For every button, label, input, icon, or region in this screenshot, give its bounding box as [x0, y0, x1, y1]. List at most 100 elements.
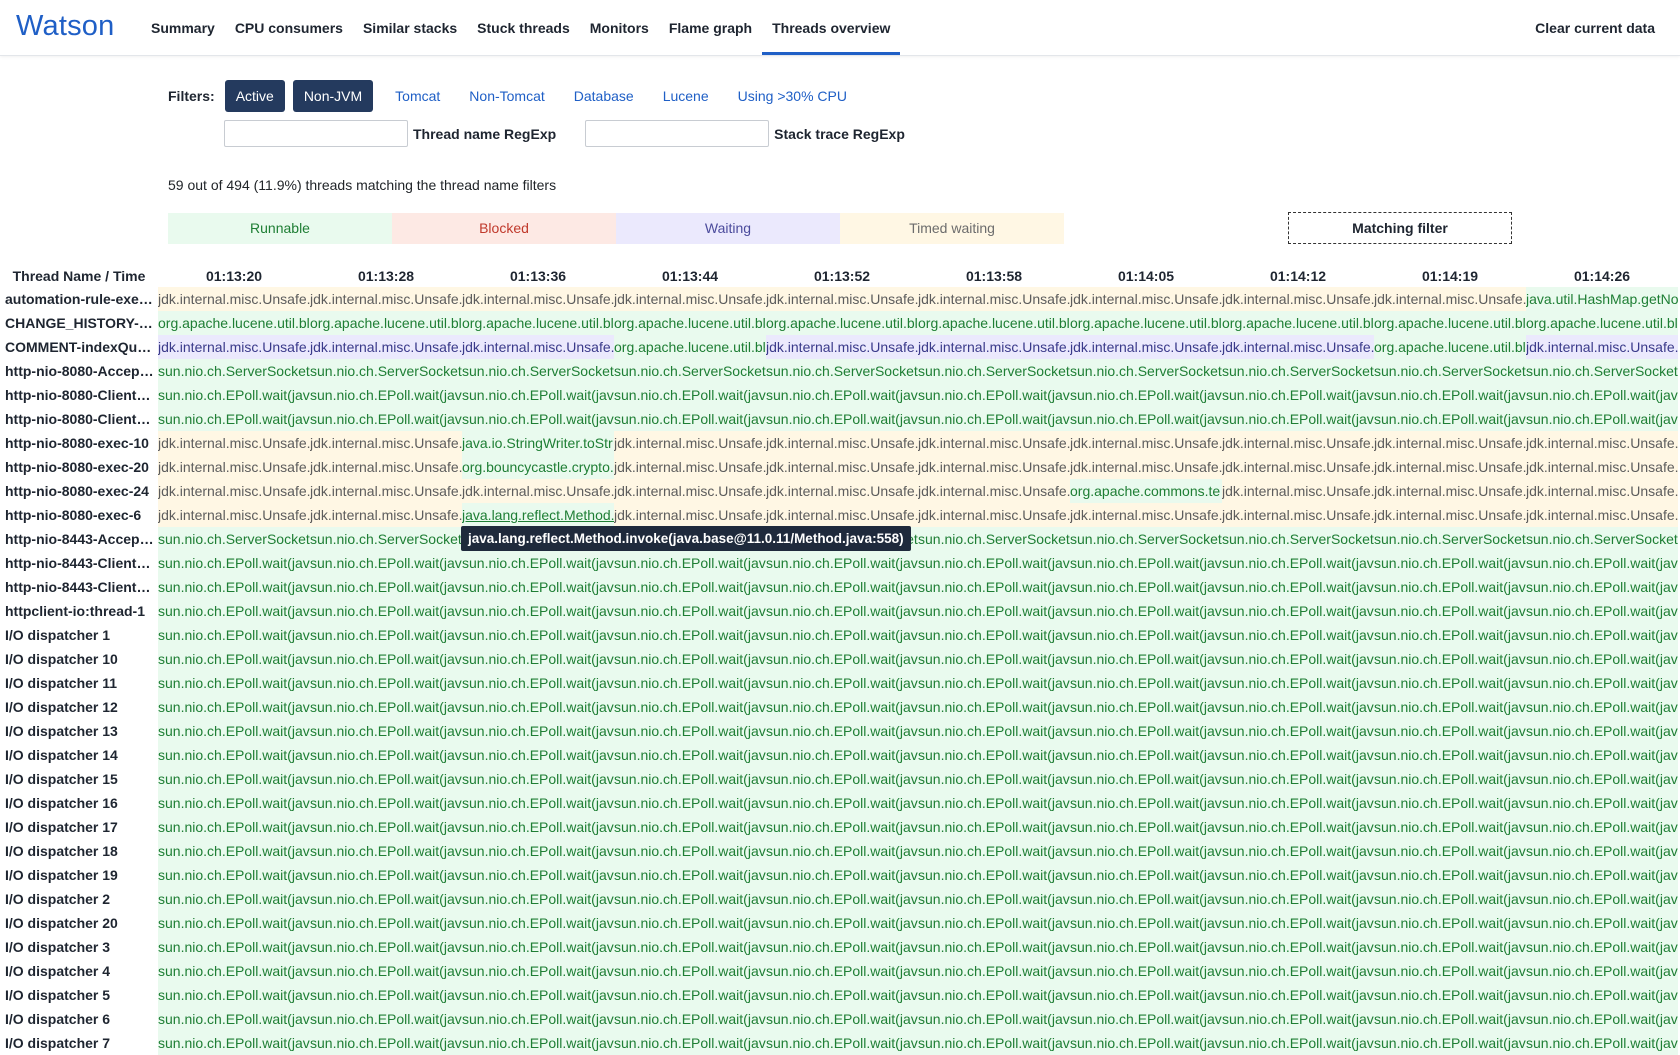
thread-state-cell[interactable]: sun.nio.ch.EPoll.wait(jav	[1526, 863, 1678, 887]
thread-state-cell[interactable]: sun.nio.ch.EPoll.wait(jav	[158, 791, 310, 815]
thread-state-cell[interactable]: sun.nio.ch.EPoll.wait(jav	[614, 815, 766, 839]
thread-state-cell[interactable]: sun.nio.ch.EPoll.wait(jav	[310, 1007, 462, 1031]
thread-state-cell[interactable]: sun.nio.ch.EPoll.wait(jav	[158, 599, 310, 623]
thread-state-cell[interactable]: sun.nio.ch.EPoll.wait(jav	[918, 815, 1070, 839]
thread-state-cell[interactable]: sun.nio.ch.EPoll.wait(jav	[614, 599, 766, 623]
thread-state-cell[interactable]: jdk.internal.misc.Unsafe.	[1374, 455, 1526, 479]
thread-state-cell[interactable]: sun.nio.ch.EPoll.wait(jav	[462, 647, 614, 671]
thread-state-cell[interactable]: sun.nio.ch.EPoll.wait(jav	[158, 983, 310, 1007]
thread-state-cell[interactable]: sun.nio.ch.EPoll.wait(jav	[766, 863, 918, 887]
thread-state-cell[interactable]: jdk.internal.misc.Unsafe.	[158, 287, 310, 311]
thread-state-cell[interactable]: sun.nio.ch.EPoll.wait(jav	[1222, 575, 1374, 599]
thread-state-cell[interactable]: sun.nio.ch.EPoll.wait(jav	[158, 959, 310, 983]
thread-state-cell[interactable]: jdk.internal.misc.Unsafe.	[1070, 431, 1222, 455]
thread-state-cell[interactable]: sun.nio.ch.EPoll.wait(jav	[614, 863, 766, 887]
thread-state-cell[interactable]: sun.nio.ch.ServerSocket	[310, 359, 462, 383]
thread-state-cell[interactable]: sun.nio.ch.EPoll.wait(jav	[614, 1007, 766, 1031]
thread-state-cell[interactable]: sun.nio.ch.EPoll.wait(jav	[1070, 671, 1222, 695]
thread-state-cell[interactable]: sun.nio.ch.EPoll.wait(jav	[310, 551, 462, 575]
thread-state-cell[interactable]: jdk.internal.misc.Unsafe.	[158, 479, 310, 503]
thread-state-cell[interactable]: sun.nio.ch.EPoll.wait(jav	[310, 743, 462, 767]
thread-state-cell[interactable]: sun.nio.ch.EPoll.wait(jav	[1374, 1031, 1526, 1055]
thread-state-cell[interactable]: sun.nio.ch.EPoll.wait(jav	[310, 599, 462, 623]
thread-state-cell[interactable]: sun.nio.ch.EPoll.wait(jav	[766, 839, 918, 863]
thread-state-cell[interactable]: sun.nio.ch.EPoll.wait(jav	[918, 719, 1070, 743]
thread-state-cell[interactable]: sun.nio.ch.EPoll.wait(jav	[918, 839, 1070, 863]
thread-state-cell[interactable]: sun.nio.ch.EPoll.wait(jav	[766, 599, 918, 623]
thread-state-cell[interactable]: sun.nio.ch.EPoll.wait(jav	[1374, 719, 1526, 743]
thread-state-cell[interactable]: sun.nio.ch.EPoll.wait(jav	[1222, 623, 1374, 647]
thread-state-cell[interactable]: sun.nio.ch.EPoll.wait(jav	[1374, 1007, 1526, 1031]
thread-state-cell[interactable]: java.lang.reflect.Method.	[462, 503, 614, 527]
filter-non-jvm-button[interactable]: Non-JVM	[292, 80, 374, 112]
thread-state-cell[interactable]: jdk.internal.misc.Unsafe.	[918, 335, 1070, 359]
thread-state-cell[interactable]: sun.nio.ch.EPoll.wait(jav	[1070, 791, 1222, 815]
thread-state-cell[interactable]: jdk.internal.misc.Unsafe.	[614, 503, 766, 527]
thread-state-cell[interactable]: sun.nio.ch.EPoll.wait(jav	[918, 863, 1070, 887]
thread-state-cell[interactable]: sun.nio.ch.EPoll.wait(jav	[462, 695, 614, 719]
thread-state-cell[interactable]: jdk.internal.misc.Unsafe.	[1526, 479, 1678, 503]
thread-state-cell[interactable]: sun.nio.ch.EPoll.wait(jav	[1070, 959, 1222, 983]
thread-state-cell[interactable]: sun.nio.ch.EPoll.wait(jav	[1070, 383, 1222, 407]
thread-name[interactable]: I/O dispatcher 13	[0, 723, 155, 739]
thread-state-cell[interactable]: org.apache.lucene.util.bl	[1374, 311, 1526, 335]
thread-state-cell[interactable]: sun.nio.ch.EPoll.wait(jav	[462, 887, 614, 911]
thread-name[interactable]: I/O dispatcher 5	[0, 987, 155, 1003]
thread-state-cell[interactable]: sun.nio.ch.EPoll.wait(jav	[310, 575, 462, 599]
clear-data-button[interactable]: Clear current data	[1535, 0, 1655, 55]
thread-state-cell[interactable]: sun.nio.ch.EPoll.wait(jav	[766, 1031, 918, 1055]
thread-state-cell[interactable]: sun.nio.ch.EPoll.wait(jav	[614, 911, 766, 935]
filter-non-tomcat-button[interactable]: Non-Tomcat	[455, 80, 558, 112]
thread-state-cell[interactable]: sun.nio.ch.EPoll.wait(jav	[766, 383, 918, 407]
thread-state-cell[interactable]: sun.nio.ch.EPoll.wait(jav	[1222, 791, 1374, 815]
thread-name[interactable]: http-nio-8080-exec-20	[0, 459, 155, 475]
thread-state-cell[interactable]: sun.nio.ch.EPoll.wait(jav	[766, 671, 918, 695]
thread-state-cell[interactable]: sun.nio.ch.ServerSocket	[1222, 359, 1374, 383]
thread-state-cell[interactable]: sun.nio.ch.ServerSocket	[1374, 527, 1526, 551]
thread-state-cell[interactable]: sun.nio.ch.EPoll.wait(jav	[1374, 695, 1526, 719]
thread-state-cell[interactable]: sun.nio.ch.EPoll.wait(jav	[462, 1007, 614, 1031]
thread-name[interactable]: I/O dispatcher 3	[0, 939, 155, 955]
thread-state-cell[interactable]: org.apache.lucene.util.bl	[1374, 335, 1526, 359]
thread-state-cell[interactable]: sun.nio.ch.EPoll.wait(jav	[462, 551, 614, 575]
thread-state-cell[interactable]: jdk.internal.misc.Unsafe.	[1222, 287, 1374, 311]
thread-name[interactable]: I/O dispatcher 16	[0, 795, 155, 811]
thread-state-cell[interactable]: jdk.internal.misc.Unsafe.	[158, 455, 310, 479]
thread-name[interactable]: I/O dispatcher 19	[0, 867, 155, 883]
thread-state-cell[interactable]: jdk.internal.misc.Unsafe.	[1526, 455, 1678, 479]
thread-name[interactable]: I/O dispatcher 14	[0, 747, 155, 763]
thread-state-cell[interactable]: sun.nio.ch.EPoll.wait(jav	[1070, 911, 1222, 935]
thread-state-cell[interactable]: sun.nio.ch.EPoll.wait(jav	[1070, 887, 1222, 911]
thread-state-cell[interactable]: jdk.internal.misc.Unsafe.	[1222, 503, 1374, 527]
thread-state-cell[interactable]: sun.nio.ch.EPoll.wait(jav	[766, 551, 918, 575]
thread-state-cell[interactable]: sun.nio.ch.EPoll.wait(jav	[1222, 887, 1374, 911]
thread-state-cell[interactable]: sun.nio.ch.EPoll.wait(jav	[462, 383, 614, 407]
thread-state-cell[interactable]: sun.nio.ch.EPoll.wait(jav	[310, 695, 462, 719]
thread-state-cell[interactable]: sun.nio.ch.EPoll.wait(jav	[1526, 983, 1678, 1007]
thread-state-cell[interactable]: sun.nio.ch.EPoll.wait(jav	[918, 695, 1070, 719]
thread-state-cell[interactable]: sun.nio.ch.EPoll.wait(jav	[918, 383, 1070, 407]
thread-state-cell[interactable]: sun.nio.ch.EPoll.wait(jav	[766, 647, 918, 671]
thread-state-cell[interactable]: sun.nio.ch.EPoll.wait(jav	[1070, 623, 1222, 647]
thread-state-cell[interactable]: sun.nio.ch.EPoll.wait(jav	[1070, 647, 1222, 671]
thread-state-cell[interactable]: sun.nio.ch.EPoll.wait(jav	[918, 935, 1070, 959]
thread-state-cell[interactable]: sun.nio.ch.EPoll.wait(jav	[1526, 935, 1678, 959]
thread-state-cell[interactable]: sun.nio.ch.EPoll.wait(jav	[158, 647, 310, 671]
thread-state-cell[interactable]: sun.nio.ch.EPoll.wait(jav	[766, 959, 918, 983]
thread-state-cell[interactable]: org.apache.lucene.util.bl	[614, 335, 766, 359]
thread-state-cell[interactable]: sun.nio.ch.EPoll.wait(jav	[1526, 407, 1678, 431]
thread-state-cell[interactable]: sun.nio.ch.EPoll.wait(jav	[1070, 719, 1222, 743]
thread-state-cell[interactable]: jdk.internal.misc.Unsafe.	[310, 287, 462, 311]
thread-name[interactable]: I/O dispatcher 1	[0, 627, 155, 643]
thread-state-cell[interactable]: sun.nio.ch.EPoll.wait(jav	[1070, 935, 1222, 959]
thread-state-cell[interactable]: sun.nio.ch.EPoll.wait(jav	[462, 959, 614, 983]
thread-state-cell[interactable]: sun.nio.ch.EPoll.wait(jav	[614, 671, 766, 695]
thread-state-cell[interactable]: jdk.internal.misc.Unsafe.	[1526, 503, 1678, 527]
thread-state-cell[interactable]: sun.nio.ch.EPoll.wait(jav	[310, 815, 462, 839]
thread-state-cell[interactable]: jdk.internal.misc.Unsafe.	[1222, 431, 1374, 455]
thread-name[interactable]: I/O dispatcher 15	[0, 771, 155, 787]
thread-name[interactable]: http-nio-8080-Client…	[0, 411, 155, 427]
thread-state-cell[interactable]: java.util.HashMap.getNo	[1526, 287, 1678, 311]
thread-state-cell[interactable]: jdk.internal.misc.Unsafe.	[918, 287, 1070, 311]
thread-state-cell[interactable]: sun.nio.ch.EPoll.wait(jav	[1070, 863, 1222, 887]
